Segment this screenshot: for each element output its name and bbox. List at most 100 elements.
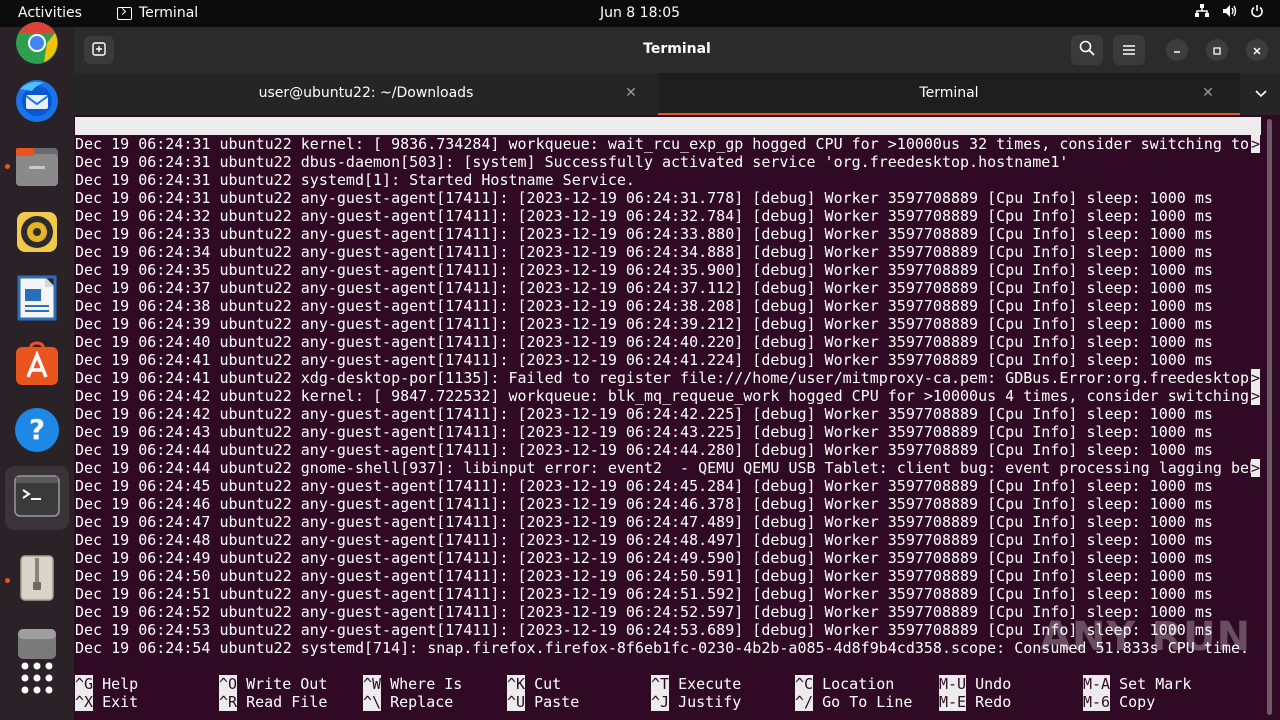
- shortcut-item: ^\ Replace: [363, 693, 453, 711]
- shortcut-label: Set Mark: [1119, 675, 1192, 693]
- log-line: Dec 19 06:24:35 ubuntu22 any-guest-agent…: [75, 261, 1261, 279]
- scrollbar[interactable]: [1261, 115, 1280, 720]
- clock[interactable]: Jun 8 18:05: [600, 5, 680, 21]
- power-icon: [1250, 4, 1264, 18]
- log-line: Dec 19 06:24:45 ubuntu22 any-guest-agent…: [75, 477, 1261, 495]
- shortcut-key: ^J: [651, 693, 670, 711]
- log-line-text: Dec 19 06:24:50 ubuntu22 any-guest-agent…: [75, 567, 1213, 585]
- svg-text:?: ?: [29, 413, 45, 446]
- header-bar: Terminal: [74, 27, 1280, 73]
- libreoffice-writer-icon: [17, 275, 57, 325]
- shortcut-item: ^/ Go To Line: [795, 693, 912, 711]
- tab-close-icon[interactable]: ✕: [622, 84, 640, 102]
- log-line-text: Dec 19 06:24:37 ubuntu22 any-guest-agent…: [75, 279, 1213, 297]
- network-icon: [1194, 4, 1210, 18]
- log-line: Dec 19 06:24:44 ubuntu22 any-guest-agent…: [75, 441, 1261, 459]
- minimize-button[interactable]: [1166, 39, 1188, 61]
- shortcut-item: ^C Location: [795, 675, 894, 693]
- hamburger-icon: [1122, 41, 1136, 60]
- shortcut-key: ^\: [363, 693, 382, 711]
- watermark-text: ANY RUN: [1040, 614, 1252, 660]
- shortcut-key: ^T: [651, 675, 670, 693]
- app-center-icon: [14, 341, 60, 391]
- log-line: Dec 19 06:24:50 ubuntu22 any-guest-agent…: [75, 567, 1261, 585]
- shortcut-key: ^U: [507, 693, 526, 711]
- log-line-text: Dec 19 06:24:32 ubuntu22 any-guest-agent…: [75, 207, 1213, 225]
- shortcut-label: Location: [822, 675, 895, 693]
- log-line-text: Dec 19 06:24:43 ubuntu22 any-guest-agent…: [75, 423, 1213, 441]
- log-line-text: Dec 19 06:24:41 ubuntu22 any-guest-agent…: [75, 351, 1213, 369]
- shortcut-label: Write Out: [246, 675, 328, 693]
- log-line: Dec 19 06:24:31 ubuntu22 dbus-daemon[503…: [75, 153, 1261, 171]
- shortcut-key: ^O: [219, 675, 238, 693]
- tab-list-button[interactable]: [1250, 83, 1272, 105]
- nano-title-bar: GNU nano 6.2 /var/log/syslog: [75, 117, 1261, 171]
- dock-terminal[interactable]: [5, 466, 69, 530]
- dock-files[interactable]: [5, 136, 69, 200]
- shortcut-label: Copy: [1119, 693, 1156, 711]
- shortcut-item: M-E Redo: [939, 693, 1011, 711]
- tab-close-icon[interactable]: ✕: [1199, 84, 1217, 102]
- log-line-text: Dec 19 06:24:51 ubuntu22 any-guest-agent…: [75, 585, 1213, 603]
- new-tab-icon: [92, 41, 106, 60]
- files-icon: [14, 144, 60, 192]
- search-button[interactable]: [1071, 35, 1103, 65]
- shortcut-label: Go To Line: [822, 693, 913, 711]
- log-line: Dec 19 06:24:32 ubuntu22 any-guest-agent…: [75, 207, 1261, 225]
- log-line: Dec 19 06:24:42 ubuntu22 kernel: [ 9847.…: [75, 387, 1261, 405]
- log-line-text: Dec 19 06:24:45 ubuntu22 any-guest-agent…: [75, 477, 1213, 495]
- shortcut-item: ^G Help: [75, 675, 138, 693]
- shortcut-key: ^/: [795, 693, 814, 711]
- log-line: Dec 19 06:24:40 ubuntu22 any-guest-agent…: [75, 333, 1261, 351]
- log-line: Dec 19 06:24:37 ubuntu22 any-guest-agent…: [75, 279, 1261, 297]
- dock-thunderbird[interactable]: [5, 70, 69, 134]
- tab-terminal[interactable]: Terminal ✕: [658, 73, 1240, 115]
- dock-archive-manager[interactable]: [5, 548, 69, 612]
- watermark: ANY RUN: [1040, 612, 1251, 662]
- shortcut-key: ^W: [363, 675, 382, 693]
- shortcut-item: ^K Cut: [507, 675, 561, 693]
- log-line-text: Dec 19 06:24:31 ubuntu22 kernel: [ 9836.…: [75, 135, 1259, 153]
- show-apps-button[interactable]: [5, 648, 69, 712]
- tab-bar: user@ubuntu22: ~/Downloads ✕ Terminal ✕: [74, 73, 1280, 115]
- log-line-text: Dec 19 06:24:33 ubuntu22 any-guest-agent…: [75, 225, 1213, 243]
- log-line: Dec 19 06:24:43 ubuntu22 any-guest-agent…: [75, 423, 1261, 441]
- log-line-text: Dec 19 06:24:31 ubuntu22 dbus-daemon[503…: [75, 153, 1069, 171]
- maximize-button[interactable]: [1206, 39, 1228, 61]
- shortcut-item: M-U Undo: [939, 675, 1011, 693]
- system-tray[interactable]: [1194, 4, 1264, 18]
- help-icon: ?: [13, 406, 61, 458]
- log-line: Dec 19 06:24:51 ubuntu22 any-guest-agent…: [75, 585, 1261, 603]
- app-menu[interactable]: Terminal: [117, 5, 198, 21]
- log-line-text: Dec 19 06:24:31 ubuntu22 any-guest-agent…: [75, 189, 1213, 207]
- shortcut-label: Exit: [102, 693, 139, 711]
- dock-help[interactable]: ?: [5, 400, 69, 464]
- line-overflow-marker: >: [1251, 459, 1261, 477]
- close-button[interactable]: [1246, 39, 1268, 61]
- log-line-text: Dec 19 06:24:41 ubuntu22 xdg-desktop-por…: [75, 369, 1259, 387]
- volume-icon: [1222, 4, 1238, 18]
- log-line: Dec 19 06:24:34 ubuntu22 any-guest-agent…: [75, 243, 1261, 261]
- log-line: Dec 19 06:24:31 ubuntu22 systemd[1]: Sta…: [75, 171, 1261, 189]
- shortcut-key: ^R: [219, 693, 238, 711]
- dock-app-center[interactable]: [5, 334, 69, 398]
- log-line-text: Dec 19 06:24:46 ubuntu22 any-guest-agent…: [75, 495, 1213, 513]
- shortcut-key: M-A: [1083, 675, 1111, 693]
- tab-downloads[interactable]: user@ubuntu22: ~/Downloads ✕: [74, 73, 658, 115]
- line-overflow-marker: >: [1251, 135, 1261, 153]
- dock-libreoffice-writer[interactable]: [5, 268, 69, 332]
- log-line: Dec 19 06:24:31 ubuntu22 any-guest-agent…: [75, 189, 1261, 207]
- dock-rhythmbox[interactable]: [5, 202, 69, 266]
- new-tab-button[interactable]: [84, 36, 114, 64]
- file-content[interactable]: Dec 19 06:24:31 ubuntu22 kernel: [ 9836.…: [75, 135, 1261, 657]
- shortcut-item: ^R Read File: [219, 693, 327, 711]
- dock-chrome[interactable]: [5, 13, 69, 77]
- log-line-text: Dec 19 06:24:39 ubuntu22 any-guest-agent…: [75, 315, 1213, 333]
- scrollbar-thumb[interactable]: [1267, 119, 1272, 715]
- shortcut-label: Replace: [390, 693, 454, 711]
- shortcut-item: ^X Exit: [75, 693, 138, 711]
- log-line-text: Dec 19 06:24:48 ubuntu22 any-guest-agent…: [75, 531, 1213, 549]
- log-line-text: Dec 19 06:24:40 ubuntu22 any-guest-agent…: [75, 333, 1213, 351]
- shortcut-item: M-6 Copy: [1083, 693, 1155, 711]
- menu-button[interactable]: [1113, 35, 1145, 65]
